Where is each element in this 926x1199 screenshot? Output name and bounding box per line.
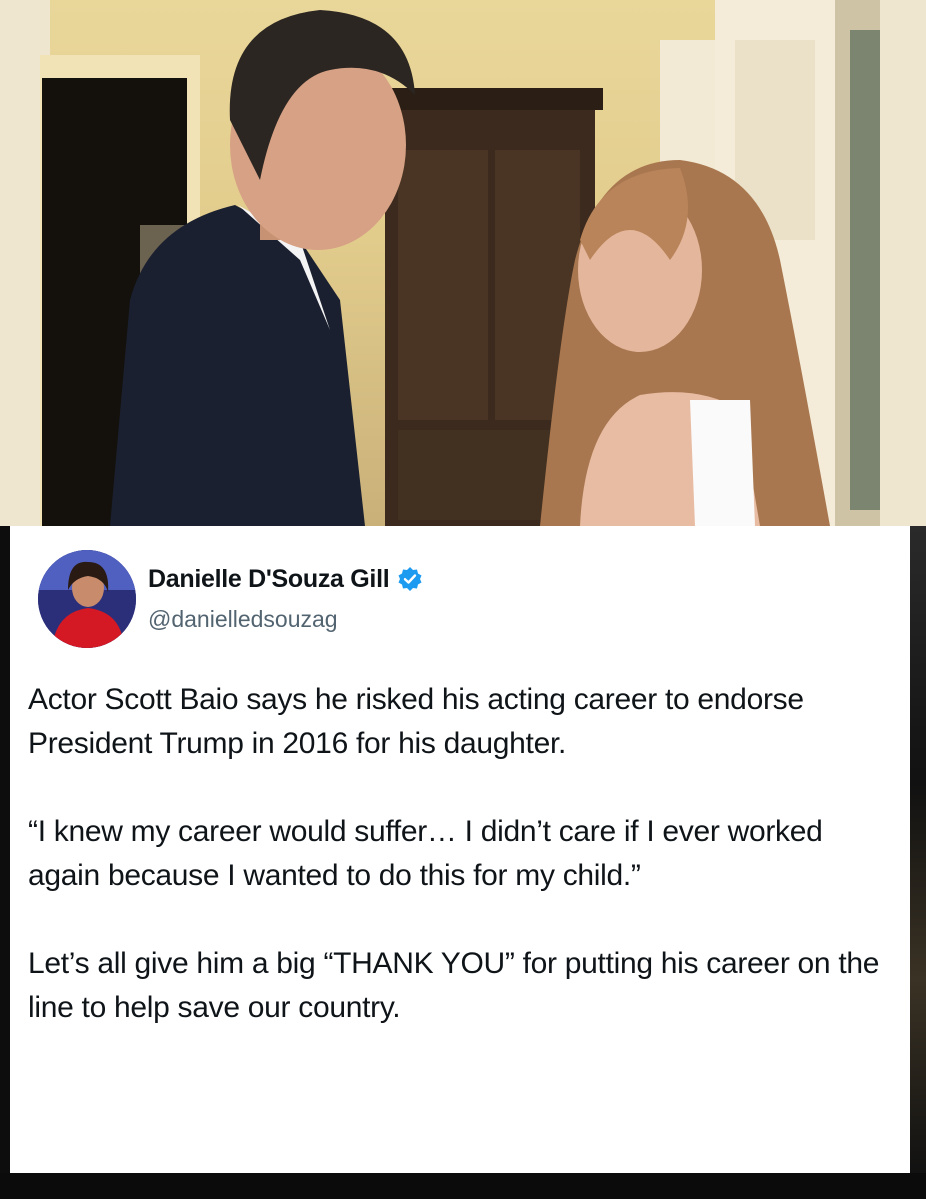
header-photo (0, 0, 926, 526)
post-paragraph-1: Actor Scott Baio says he risked his acti… (28, 683, 804, 760)
post-paragraph-3: Let’s all give him a big “THANK YOU” for… (28, 947, 880, 1024)
post-paragraph-2: “I knew my career would suffer… I didn’t… (28, 815, 823, 892)
photo-illustration (0, 0, 926, 526)
author-handle[interactable]: @danielledsouzag (148, 606, 338, 633)
avatar-image (38, 550, 136, 648)
post-card: Danielle D'Souza Gill @danielledsouzag A… (10, 526, 910, 1173)
author-avatar[interactable] (38, 550, 136, 648)
author-name-row: Danielle D'Souza Gill (148, 562, 423, 596)
post-text: Actor Scott Baio says he risked his acti… (28, 678, 898, 1074)
background-edge (910, 526, 926, 1173)
verified-badge-icon (397, 566, 423, 592)
bottom-border (0, 1173, 926, 1199)
author-name[interactable]: Danielle D'Souza Gill (148, 565, 390, 594)
